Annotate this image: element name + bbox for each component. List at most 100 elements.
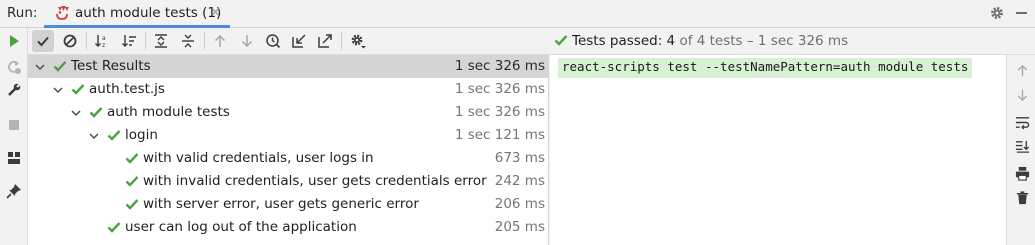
status-prefix: Tests passed: xyxy=(572,33,663,49)
sort-duration-icon xyxy=(122,35,136,47)
tree-row-duration: 673 ms xyxy=(494,150,545,166)
test-passed-icon xyxy=(107,130,121,141)
test-passed-icon xyxy=(89,107,103,118)
collapse-all-button[interactable] xyxy=(177,30,199,52)
arrow-down-icon xyxy=(241,35,253,48)
chevron-down-icon[interactable] xyxy=(34,61,46,73)
minimize-icon[interactable] xyxy=(1016,12,1027,14)
jest-icon xyxy=(56,6,69,20)
scroll-up-button[interactable] xyxy=(1013,61,1031,79)
left-action-gutter xyxy=(0,28,28,245)
tree-row-duration: 1 sec 326 ms xyxy=(454,58,545,74)
tree-row-duration: 1 sec 326 ms xyxy=(454,104,545,120)
test-results-tree: Test Results 1 sec 326 ms auth.test.js 1… xyxy=(28,55,549,245)
sort-by-duration-button[interactable] xyxy=(118,30,140,52)
tests-status: Tests passed: 4 of 4 tests – 1 sec 326 m… xyxy=(554,33,848,49)
tree-row-test-case[interactable]: with server error, user gets generic err… xyxy=(28,193,549,216)
rerun-failed-button[interactable] xyxy=(5,58,23,76)
gear-icon[interactable] xyxy=(989,5,1005,21)
tree-row-test-file[interactable]: auth.test.js 1 sec 326 ms xyxy=(28,78,549,101)
rerun-failed-icon xyxy=(8,61,21,74)
test-passed-icon xyxy=(125,153,139,164)
sort-alphabetically-button[interactable]: az xyxy=(91,30,113,52)
stop-button[interactable] xyxy=(5,116,23,134)
tree-row-label: auth.test.js xyxy=(89,81,165,97)
tree-row-label: with valid credentials, user logs in xyxy=(143,150,374,166)
run-tool-window-header: Run: auth module tests (1) × xyxy=(0,0,1035,28)
tree-row-test-results[interactable]: Test Results 1 sec 326 ms xyxy=(28,55,549,78)
tree-row-test-case[interactable]: with valid credentials, user logs in 673… xyxy=(28,147,549,170)
import-tests-button[interactable] xyxy=(288,30,310,52)
pin-icon xyxy=(6,184,21,199)
status-duration: – 1 sec 326 ms xyxy=(746,33,849,49)
scroll-to-end-button[interactable] xyxy=(1013,137,1031,155)
wrench-icon xyxy=(8,82,22,96)
trash-icon xyxy=(1016,190,1028,204)
close-tab-icon[interactable]: × xyxy=(210,5,221,20)
test-settings-button[interactable] xyxy=(347,30,369,52)
tree-row-test-case[interactable]: user can log out of the application 205 … xyxy=(28,216,549,239)
show-ignored-button[interactable] xyxy=(59,30,81,52)
clear-all-button[interactable] xyxy=(1013,188,1031,206)
svg-text:z: z xyxy=(102,42,105,49)
run-tab[interactable]: auth module tests (1) × xyxy=(44,0,230,28)
ignored-icon xyxy=(63,34,77,48)
chevron-down-icon[interactable] xyxy=(52,84,64,96)
tree-row-duration: 1 sec 121 ms xyxy=(454,127,545,143)
toolbar-separator xyxy=(145,32,146,50)
pin-tab-button[interactable] xyxy=(5,182,23,200)
expand-all-icon xyxy=(155,34,167,48)
tree-row-duration: 205 ms xyxy=(494,219,545,235)
test-passed-icon xyxy=(53,61,67,72)
chevron-down-icon[interactable] xyxy=(88,130,100,142)
test-passed-icon xyxy=(71,84,85,95)
sort-alpha-icon: az xyxy=(95,35,106,49)
success-checkmark-icon xyxy=(554,35,568,46)
toolbar-separator xyxy=(86,32,87,50)
scroll-down-button[interactable] xyxy=(1013,86,1031,104)
show-passed-button[interactable] xyxy=(32,30,54,52)
arrow-down-icon xyxy=(1017,89,1027,101)
tree-row-label: with invalid credentials, user gets cred… xyxy=(143,173,487,189)
test-history-button[interactable] xyxy=(262,30,284,52)
arrow-up-icon xyxy=(1017,64,1027,76)
printer-icon xyxy=(1015,166,1029,181)
stop-icon xyxy=(9,120,19,130)
soft-wrap-button[interactable] xyxy=(1013,113,1031,131)
scroll-to-end-icon xyxy=(1015,140,1029,153)
print-button[interactable] xyxy=(1013,164,1031,182)
tree-row-label: with server error, user gets generic err… xyxy=(143,196,419,212)
clock-icon xyxy=(266,34,281,49)
tree-row-label: auth module tests xyxy=(107,104,230,120)
rerun-button[interactable] xyxy=(5,32,23,50)
tree-row-label: user can log out of the application xyxy=(125,219,357,235)
chevron-down-icon[interactable] xyxy=(70,107,82,119)
settings-icon xyxy=(351,34,366,49)
tree-row-label: Test Results xyxy=(71,58,151,74)
total-count: of 4 tests xyxy=(679,33,743,49)
export-icon xyxy=(318,34,332,48)
export-test-results-button[interactable] xyxy=(314,30,336,52)
tree-row-duration: 1 sec 326 ms xyxy=(454,81,545,97)
svg-text:a: a xyxy=(102,35,106,42)
previous-failed-test-button[interactable] xyxy=(209,30,231,52)
test-passed-icon xyxy=(125,199,139,210)
console-output[interactable]: react-scripts test --testNamePattern=aut… xyxy=(550,55,1006,245)
expand-all-button[interactable] xyxy=(150,30,172,52)
play-icon xyxy=(10,35,19,47)
soft-wrap-icon xyxy=(1015,116,1029,129)
toolbar-separator xyxy=(341,32,342,50)
layout-icon xyxy=(8,152,20,164)
restore-layout-button[interactable] xyxy=(5,149,23,167)
test-passed-icon xyxy=(107,222,121,233)
tree-row-duration: 242 ms xyxy=(494,173,545,189)
edit-configuration-button[interactable] xyxy=(5,81,23,99)
next-failed-test-button[interactable] xyxy=(236,30,258,52)
tree-row-test-suite[interactable]: auth module tests 1 sec 326 ms xyxy=(28,101,549,124)
console-action-gutter xyxy=(1006,55,1035,245)
console-command-line: react-scripts test --testNamePattern=aut… xyxy=(558,58,973,78)
checkmark-icon xyxy=(37,36,49,47)
tree-row-test-case[interactable]: with invalid credentials, user gets cred… xyxy=(28,170,549,193)
tree-row-test-suite[interactable]: login 1 sec 121 ms xyxy=(28,124,549,147)
test-passed-icon xyxy=(125,176,139,187)
